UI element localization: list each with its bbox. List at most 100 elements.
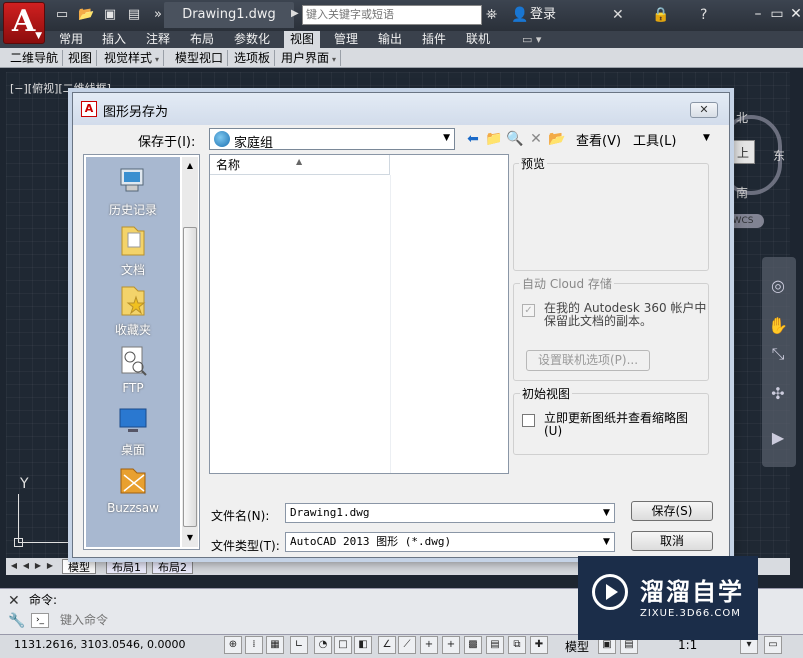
- save-icon[interactable]: ▣: [102, 7, 118, 23]
- chevron-down-icon[interactable]: ▼: [603, 508, 610, 518]
- delete-icon[interactable]: ✕: [527, 130, 545, 148]
- place-favorites[interactable]: 收藏夹: [86, 281, 180, 341]
- save-in-dropdown[interactable]: 家庭组 ▼: [209, 128, 455, 151]
- osnap-icon[interactable]: □: [334, 636, 352, 654]
- tab-output[interactable]: 输出: [372, 31, 408, 48]
- command-input[interactable]: [60, 611, 620, 629]
- command-prompt-icon[interactable]: ›_: [31, 613, 49, 628]
- first-tab-icon[interactable]: ◀: [8, 560, 20, 572]
- transparency-icon[interactable]: ▩: [464, 636, 482, 654]
- ortho-icon[interactable]: ∟: [290, 636, 308, 654]
- ducs-icon[interactable]: ⟋: [398, 636, 416, 654]
- tab-layout[interactable]: 布局: [184, 31, 220, 48]
- panel-label: 视觉样式: [104, 51, 153, 65]
- update-thumbnail-checkbox[interactable]: [522, 414, 535, 427]
- lock-icon[interactable]: 🔒: [652, 6, 669, 24]
- save-button[interactable]: 保存(S): [631, 501, 713, 521]
- binoculars-icon[interactable]: ⛯: [486, 6, 497, 24]
- user-icon[interactable]: 👤: [511, 6, 528, 24]
- place-history[interactable]: 历史记录: [86, 161, 180, 221]
- polar-icon[interactable]: ◔: [314, 636, 332, 654]
- next-tab-icon[interactable]: ▶: [32, 560, 44, 572]
- tab-parametric[interactable]: 参数化: [228, 31, 276, 48]
- clean-screen-icon[interactable]: ▭: [764, 636, 782, 654]
- places-scrollbar[interactable]: ▲ ▼: [182, 157, 198, 547]
- filename-input[interactable]: Drawing1.dwg: [285, 503, 615, 523]
- file-list[interactable]: ▲ 名称: [209, 154, 509, 474]
- application-menu-button[interactable]: A ▼: [3, 2, 45, 44]
- coordinates-readout[interactable]: 1131.2616, 3103.0546, 0.0000: [14, 638, 185, 651]
- scroll-thumb[interactable]: [183, 227, 197, 527]
- cancel-button[interactable]: 取消: [631, 531, 713, 551]
- last-tab-icon[interactable]: ▶: [44, 560, 56, 572]
- tab-view[interactable]: 视图: [284, 31, 321, 48]
- filetype-dropdown[interactable]: AutoCAD 2013 图形 (*.dwg): [285, 532, 615, 552]
- panel-views[interactable]: 视图: [64, 50, 98, 66]
- 3d-osnap-icon[interactable]: ◧: [354, 636, 372, 654]
- search-input[interactable]: [302, 5, 482, 25]
- new-folder-icon[interactable]: 📂: [548, 130, 566, 148]
- tab-model[interactable]: 模型: [62, 559, 96, 574]
- lineweight-icon[interactable]: +: [442, 636, 460, 654]
- panel-visual-styles[interactable]: 视觉样式 ▾: [100, 50, 165, 66]
- tab-annotate[interactable]: 注释: [140, 31, 176, 48]
- grid-icon[interactable]: ▦: [266, 636, 284, 654]
- infer-constraints-icon[interactable]: ⊕: [224, 636, 242, 654]
- ribbon-minimize-icon[interactable]: ▭ ▾: [522, 31, 541, 48]
- selection-cycling-icon[interactable]: ⧉: [508, 636, 526, 654]
- panel-user-interface[interactable]: 用户界面 ▾: [277, 50, 342, 66]
- save-as-icon[interactable]: ▤: [126, 7, 142, 23]
- tab-layout1[interactable]: 布局1: [106, 559, 147, 574]
- up-folder-icon[interactable]: 📁: [485, 130, 503, 148]
- dyn-icon[interactable]: +: [420, 636, 438, 654]
- panel-model-viewports[interactable]: 模型视口: [171, 50, 229, 66]
- place-ftp[interactable]: FTP: [86, 341, 180, 401]
- login-button[interactable]: 登录: [530, 6, 556, 24]
- view-menu[interactable]: 查看(V): [576, 130, 621, 149]
- panel-2d-navigation[interactable]: 二维导航: [6, 50, 64, 66]
- prev-tab-icon[interactable]: ◀: [20, 560, 32, 572]
- back-icon[interactable]: ⬅: [464, 130, 482, 148]
- search-web-icon[interactable]: 🔍: [506, 130, 524, 148]
- dialog-titlebar[interactable]: A 图形另存为 ✕: [73, 93, 729, 125]
- tab-home[interactable]: 常用: [53, 31, 89, 48]
- scroll-up-icon[interactable]: ▲: [182, 161, 198, 170]
- tab-online[interactable]: 联机: [460, 31, 496, 48]
- chevron-down-icon[interactable]: ▼: [703, 133, 710, 143]
- pan-icon[interactable]: ✋: [765, 316, 791, 335]
- open-file-icon[interactable]: 📂: [78, 7, 94, 23]
- online-options-button[interactable]: 设置联机选项(P)...: [526, 350, 650, 371]
- zoom-icon[interactable]: ⤡: [765, 344, 791, 364]
- new-file-icon[interactable]: ▭: [54, 7, 70, 23]
- tab-insert[interactable]: 插入: [96, 31, 132, 48]
- steering-wheel-icon[interactable]: ◎: [765, 276, 791, 295]
- help-icon[interactable]: ?: [700, 6, 707, 24]
- place-documents[interactable]: 文档: [86, 221, 180, 281]
- otrack-icon[interactable]: ∠: [378, 636, 396, 654]
- column-header-name[interactable]: ▲ 名称: [210, 155, 390, 175]
- scroll-down-icon[interactable]: ▼: [182, 533, 198, 542]
- place-desktop[interactable]: 桌面: [86, 401, 180, 461]
- model-space-toggle[interactable]: 模型: [565, 638, 589, 655]
- exchange-icon[interactable]: ✕: [612, 6, 624, 24]
- tab-manage[interactable]: 管理: [328, 31, 364, 48]
- close-window-button[interactable]: ✕: [784, 4, 803, 24]
- autocloud-checkbox[interactable]: ✓: [522, 304, 535, 317]
- tools-menu[interactable]: 工具(L): [633, 130, 676, 149]
- tab-plugins[interactable]: 插件: [416, 31, 452, 48]
- panel-palettes[interactable]: 选项板: [230, 50, 276, 66]
- showmotion-icon[interactable]: ▶: [765, 428, 791, 447]
- search-expand-icon[interactable]: ▶: [291, 8, 299, 19]
- wrench-icon[interactable]: 🔧: [8, 613, 25, 629]
- chevron-down-icon[interactable]: ▼: [603, 537, 610, 547]
- viewcube-top-face[interactable]: 上: [731, 140, 755, 164]
- close-icon[interactable]: ✕: [8, 593, 20, 609]
- quick-properties-icon[interactable]: ▤: [486, 636, 504, 654]
- orbit-icon[interactable]: ✣: [765, 384, 791, 403]
- snap-icon[interactable]: ⁞: [245, 636, 263, 654]
- tab-layout2[interactable]: 布局2: [152, 559, 193, 574]
- place-buzzsaw[interactable]: Buzzsaw: [86, 461, 180, 521]
- annotation-monitor-icon[interactable]: ✚: [530, 636, 548, 654]
- annotation-scale[interactable]: 1:1: [678, 638, 697, 652]
- dialog-close-button[interactable]: ✕: [690, 102, 718, 118]
